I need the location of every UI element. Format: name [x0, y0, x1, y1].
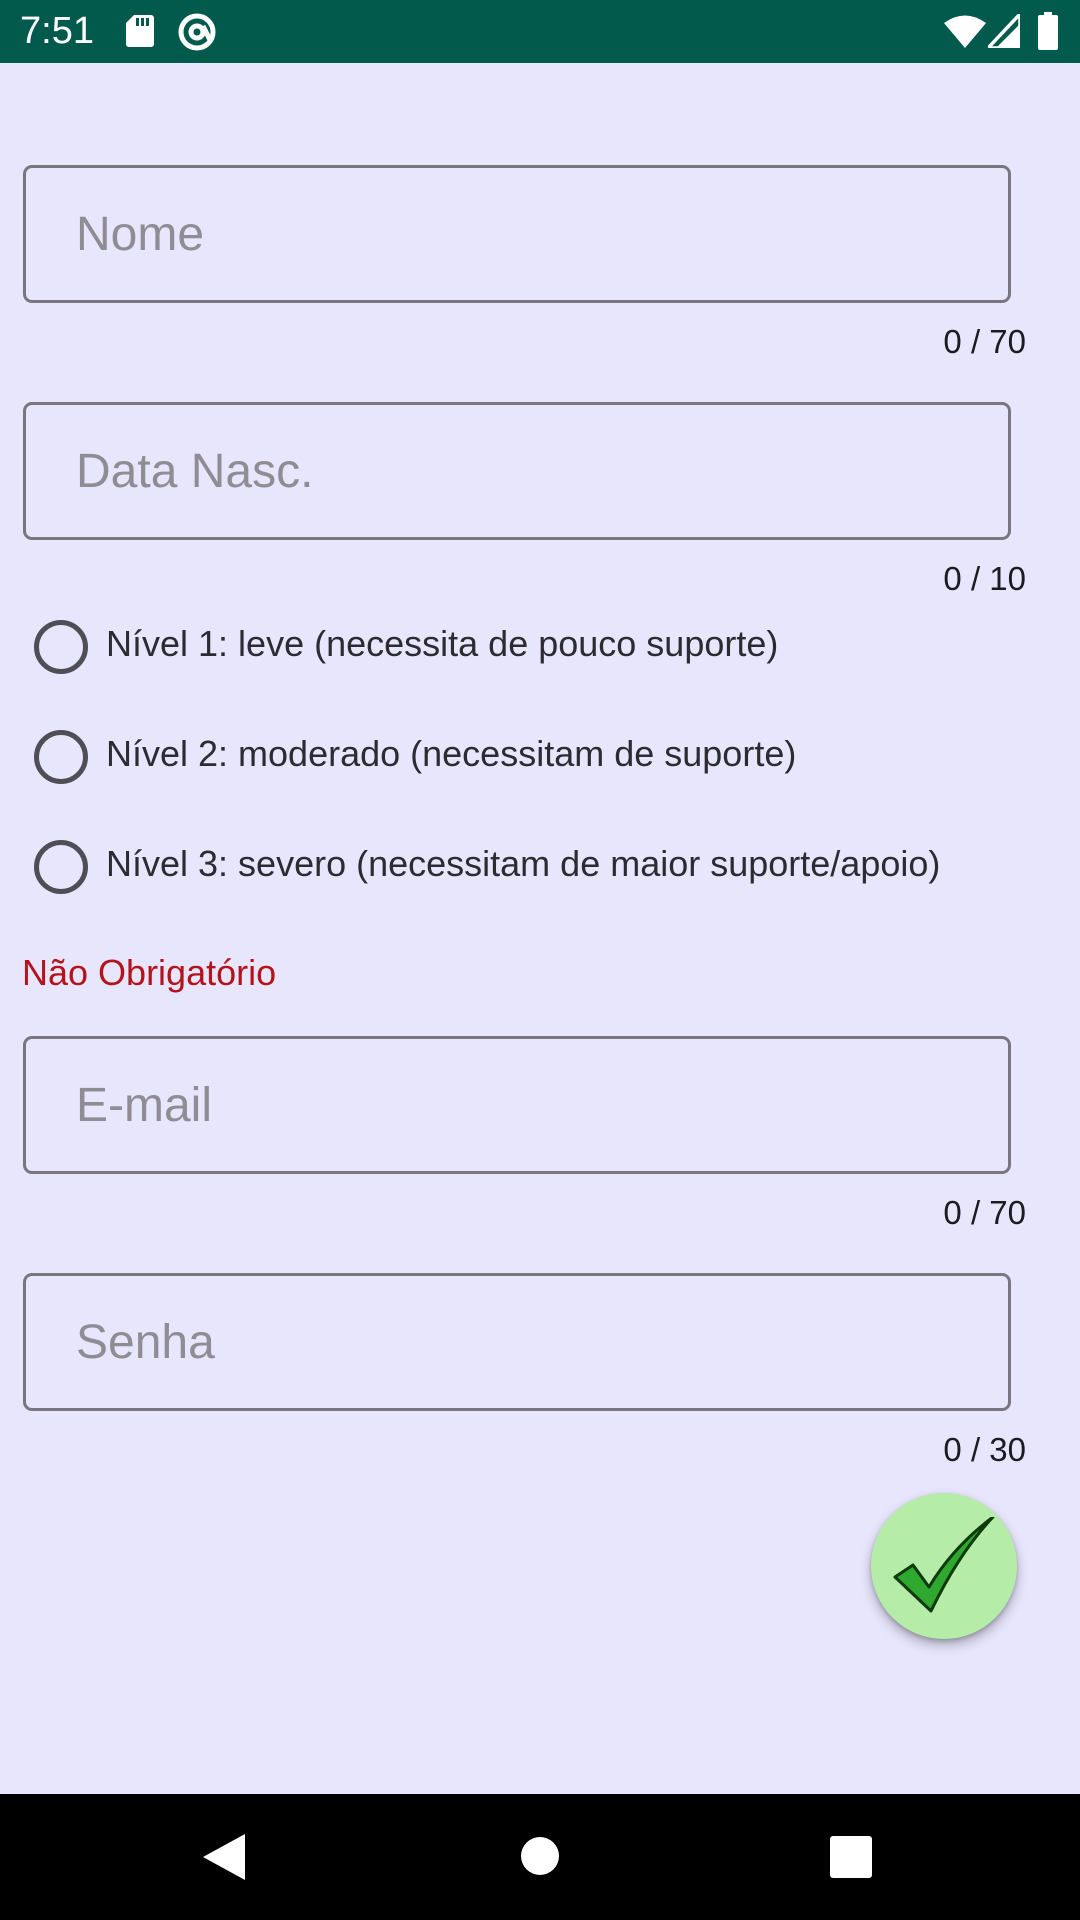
recents-square-icon[interactable]: [830, 1836, 872, 1878]
submit-fab-button[interactable]: [871, 1493, 1017, 1639]
radio-level-2-label: Nível 2: moderado (necessitam de suporte…: [106, 733, 797, 774]
email-counter: 0 / 70: [943, 1194, 1026, 1231]
home-circle-icon[interactable]: [520, 1836, 560, 1876]
radio-button-circle[interactable]: [34, 730, 88, 784]
radio-level-1[interactable]: Nível 1: leve (necessita de pouco suport…: [34, 612, 1034, 676]
status-time: 7:51: [20, 10, 94, 52]
radio-button-circle[interactable]: [34, 840, 88, 894]
radio-level-3[interactable]: Nível 3: severo (necessitam de maior sup…: [34, 832, 1034, 896]
name-input[interactable]: [26, 168, 1008, 300]
at-sign-icon: [178, 13, 216, 51]
wifi-icon: [944, 15, 986, 48]
password-input[interactable]: [26, 1276, 1008, 1408]
optional-section-label: Não Obrigatório: [22, 952, 277, 993]
name-field[interactable]: [23, 165, 1011, 303]
birthdate-input[interactable]: [26, 405, 1008, 537]
birthdate-field[interactable]: [23, 402, 1011, 540]
radio-level-1-label: Nível 1: leve (necessita de pouco suport…: [106, 623, 779, 664]
cellular-signal-icon: [988, 14, 1020, 48]
radio-level-2[interactable]: Nível 2: moderado (necessitam de suporte…: [34, 722, 1034, 786]
battery-icon: [1038, 12, 1058, 50]
checkmark-icon: [893, 1517, 995, 1613]
password-field[interactable]: [23, 1273, 1011, 1411]
navigation-bar: [0, 1794, 1080, 1920]
birthdate-counter: 0 / 10: [943, 560, 1026, 597]
back-triangle-icon[interactable]: [203, 1834, 245, 1880]
email-field[interactable]: [23, 1036, 1011, 1174]
name-counter: 0 / 70: [943, 323, 1026, 360]
radio-level-3-label: Nível 3: severo (necessitam de maior sup…: [106, 843, 941, 884]
radio-button-circle[interactable]: [34, 620, 88, 674]
status-bar: 7:51: [0, 0, 1080, 63]
email-input[interactable]: [26, 1039, 1008, 1171]
password-counter: 0 / 30: [943, 1431, 1026, 1468]
sd-card-icon: [126, 15, 154, 47]
